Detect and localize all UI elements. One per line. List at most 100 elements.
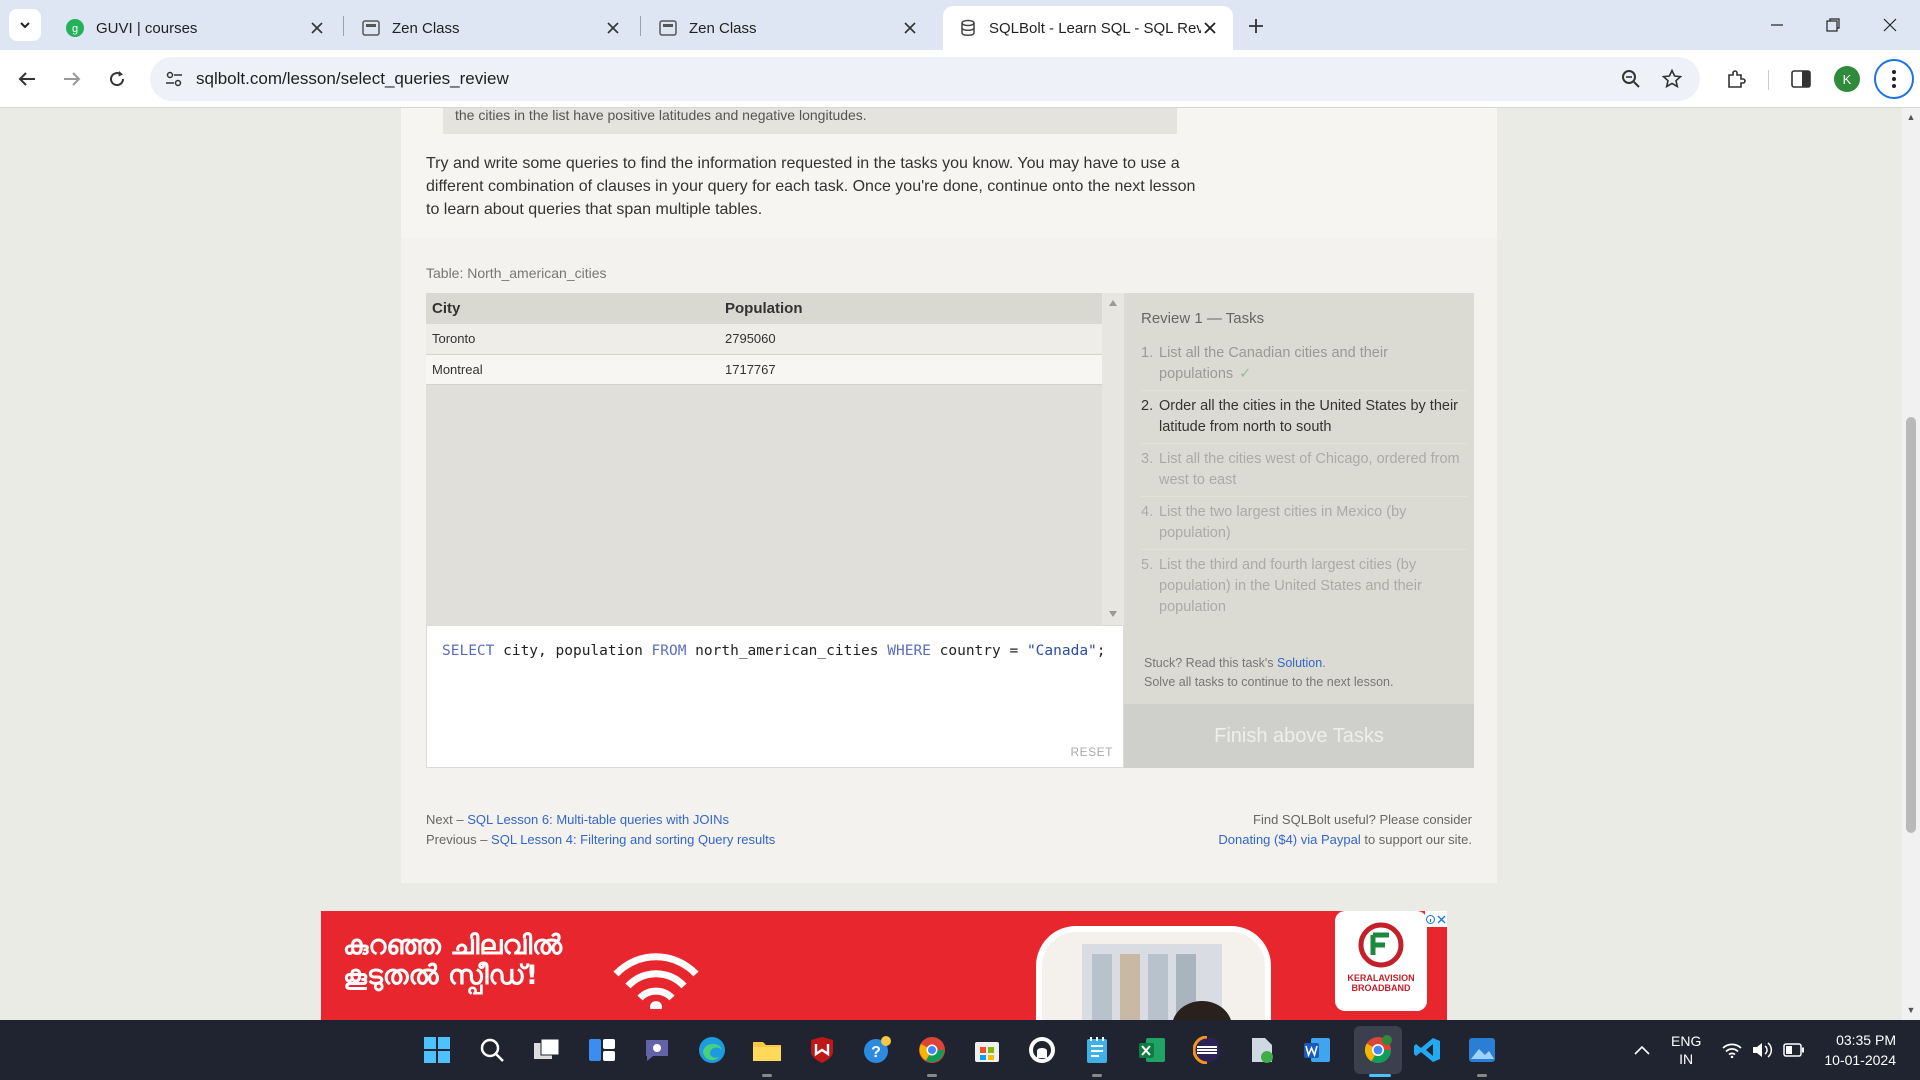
svg-text:g: g [72, 23, 78, 35]
tab-search-button[interactable] [9, 9, 41, 41]
column-header: Population [719, 293, 1102, 324]
chrome-icon[interactable] [916, 1034, 948, 1066]
result-scrollbar[interactable] [1102, 293, 1124, 625]
excel-icon[interactable] [1136, 1034, 1168, 1066]
task-item[interactable]: 2. Order all the cities in the United St… [1141, 396, 1467, 444]
puzzle-icon [1728, 70, 1746, 88]
finish-tasks-button[interactable]: Finish above Tasks [1124, 704, 1474, 768]
tab-sqlbolt[interactable]: SQLBolt - Learn SQL - SQL Revi [943, 6, 1233, 50]
running-indicator [762, 1074, 772, 1077]
lesson-intro-section: the cities in the list have positive lat… [401, 108, 1497, 238]
task-text: List all the cities west of Chicago, ord… [1159, 451, 1460, 488]
start-windows-icon[interactable] [421, 1034, 453, 1066]
address-bar[interactable]: sqlbolt.com/lesson/select_queries_review [150, 57, 1700, 101]
windows-taskbar: ? ENG IN 03:35 PM 10-01-2024 [0, 1020, 1920, 1080]
restore-button[interactable] [1818, 10, 1848, 40]
vscode-icon[interactable] [1411, 1034, 1443, 1066]
scrollbar-thumb[interactable] [1906, 417, 1916, 833]
sql-query-editor[interactable]: SELECT city, population FROM north_ameri… [426, 625, 1124, 768]
back-button[interactable] [12, 64, 42, 94]
new-tab-button[interactable] [1243, 13, 1269, 39]
side-panel-icon [1791, 70, 1811, 88]
close-icon[interactable] [1201, 19, 1219, 37]
stuck-line2: Solve all tasks to continue to the next … [1144, 675, 1394, 689]
task-item[interactable]: 3. List all the cities west of Chicago, … [1141, 449, 1467, 497]
scroll-down-icon[interactable]: ▼ [1906, 1005, 1916, 1015]
database-favicon-icon [959, 19, 977, 37]
close-icon[interactable] [901, 19, 919, 37]
minimize-button[interactable] [1762, 10, 1792, 40]
extensions-button[interactable] [1721, 64, 1751, 94]
previous-lesson-link[interactable]: SQL Lesson 4: Filtering and sorting Quer… [491, 832, 775, 847]
query-code[interactable]: SELECT city, population FROM north_ameri… [442, 643, 1106, 659]
task-item[interactable]: 4. List the two largest cities in Mexico… [1141, 502, 1467, 550]
tab-zen-class-1[interactable]: Zen Class [346, 6, 636, 50]
logo-line1: KERALAVISION [1347, 973, 1415, 983]
task-view-icon[interactable] [531, 1034, 563, 1066]
microsoft-store-icon[interactable] [971, 1034, 1003, 1066]
browser-menu-button[interactable] [1874, 59, 1914, 99]
keralavision-logo-icon [1358, 922, 1404, 968]
ad-headline: കുറഞ്ഞ ചിലവിൽ കൂടുതൽ സ്പീഡ്! [343, 931, 562, 991]
widgets-icon[interactable] [586, 1034, 618, 1066]
edge-browser-icon[interactable] [696, 1034, 728, 1066]
show-hidden-icons-button[interactable] [1634, 1020, 1650, 1080]
file-explorer-icon[interactable] [751, 1034, 783, 1066]
photos-icon[interactable] [1466, 1034, 1498, 1066]
svg-text:?: ? [871, 1044, 881, 1061]
column-header: City [426, 293, 719, 324]
ad-photo-illustration [1082, 944, 1231, 1020]
mcafee-icon[interactable] [806, 1034, 838, 1066]
file-manager-icon[interactable] [1246, 1034, 1278, 1066]
search-icon[interactable] [476, 1034, 508, 1066]
volume-status[interactable] [1752, 1020, 1774, 1080]
network-status[interactable] [1722, 1020, 1742, 1080]
scroll-up-icon[interactable]: ▲ [1906, 112, 1916, 122]
clock[interactable]: 03:35 PM 10-01-2024 [1816, 1030, 1896, 1070]
guvi-favicon-icon: g [66, 19, 84, 37]
reload-button[interactable] [102, 64, 132, 94]
eclipse-icon[interactable] [1191, 1034, 1223, 1066]
forward-button[interactable] [57, 64, 87, 94]
next-prefix: Next – [426, 812, 468, 827]
task-item[interactable]: 5. List the third and fourth largest cit… [1141, 555, 1467, 623]
ad-close-button[interactable] [1425, 911, 1447, 927]
tab-zen-class-2[interactable]: Zen Class [643, 6, 933, 50]
close-icon[interactable] [308, 19, 326, 37]
ad-line1: കുറഞ്ഞ ചിലവിൽ [343, 930, 563, 961]
task-text: List the third and fourth largest cities… [1159, 557, 1422, 615]
sql-keyword: SELECT [442, 643, 495, 659]
scroll-up-icon [1109, 300, 1117, 306]
result-pane[interactable]: City Population Toronto 2795060 Montreal… [426, 293, 1124, 625]
profile-avatar[interactable]: K [1834, 66, 1860, 92]
next-lesson-link[interactable]: SQL Lesson 6: Multi-table queries with J… [467, 812, 729, 827]
close-icon [1437, 915, 1446, 923]
donate-link[interactable]: Donating ($4) via Paypal [1218, 832, 1360, 847]
language-indicator[interactable]: ENG IN [1671, 1020, 1701, 1080]
solution-link[interactable]: Solution [1277, 656, 1322, 670]
close-icon[interactable] [604, 19, 622, 37]
task-item[interactable]: 1. List all the Canadian cities and thei… [1141, 343, 1467, 391]
teams-chat-icon[interactable] [641, 1034, 673, 1066]
ad-banner[interactable]: കുറഞ്ഞ ചിലവിൽ കൂടുതൽ സ്പീഡ്! KERALAVISIO… [321, 911, 1447, 1020]
page-scrollbar[interactable]: ▲ ▼ [1902, 108, 1920, 1020]
task-number: 3. [1141, 451, 1154, 467]
bookmark-star-icon[interactable] [1660, 67, 1684, 91]
word-icon[interactable] [1301, 1034, 1333, 1066]
notepad-icon[interactable] [1081, 1034, 1113, 1066]
help-icon[interactable]: ? [861, 1034, 893, 1066]
task-text: List all the Canadian cities and their p… [1159, 345, 1388, 382]
task-text: List the two largest cities in Mexico (b… [1159, 504, 1407, 541]
task-number: 5. [1141, 557, 1154, 573]
side-panel-button[interactable] [1786, 64, 1816, 94]
site-settings-icon[interactable] [162, 67, 186, 91]
battery-status[interactable] [1783, 1020, 1805, 1080]
reset-button[interactable]: RESET [1070, 745, 1113, 759]
chrome-active-icon[interactable] [1362, 1034, 1394, 1066]
github-icon[interactable] [1026, 1034, 1058, 1066]
running-indicator [1477, 1074, 1487, 1077]
zoom-icon[interactable] [1619, 67, 1643, 91]
close-window-button[interactable] [1875, 10, 1905, 40]
tab-guvi[interactable]: g GUVI | courses [50, 6, 340, 50]
arrow-right-icon [64, 72, 81, 86]
